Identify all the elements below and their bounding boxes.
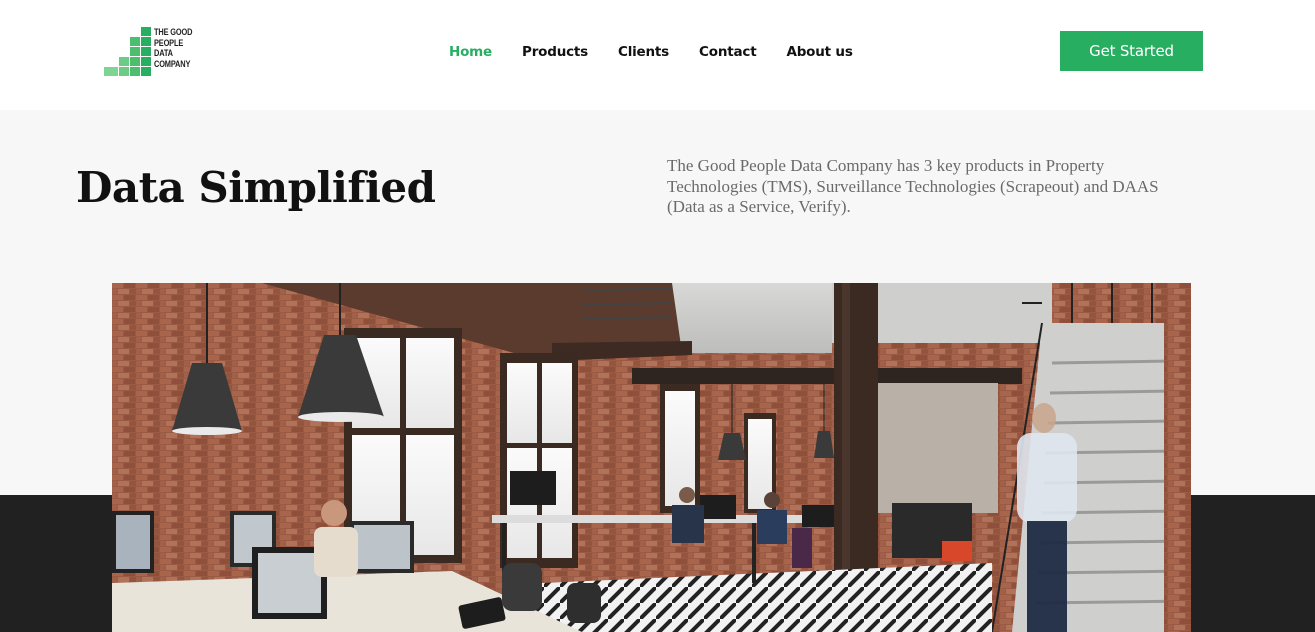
logo-line: DATA — [154, 48, 173, 59]
company-logo[interactable]: THE GOOD PEOPLE DATA COMPANY — [104, 27, 204, 77]
nav-home[interactable]: Home — [449, 44, 492, 60]
nav-about-us[interactable]: About us — [786, 44, 852, 60]
logo-line: THE GOOD — [154, 27, 193, 38]
office-photo — [112, 283, 1191, 632]
logo-mark-icon — [104, 27, 151, 76]
logo-line: COMPANY — [154, 58, 191, 70]
hero-title: Data Simplified — [76, 163, 436, 212]
main-nav: Home Products Clients Contact About us — [449, 44, 883, 60]
nav-products[interactable]: Products — [522, 44, 588, 60]
logo-wordmark: THE GOOD PEOPLE DATA COMPANY — [154, 27, 193, 70]
get-started-button[interactable]: Get Started — [1060, 31, 1203, 71]
hero-description: The Good People Data Company has 3 key p… — [667, 156, 1159, 216]
site-header: THE GOOD PEOPLE DATA COMPANY Home Produc… — [0, 0, 1315, 110]
office-illustration — [112, 283, 1191, 632]
nav-contact[interactable]: Contact — [699, 44, 757, 60]
nav-clients[interactable]: Clients — [618, 44, 669, 60]
